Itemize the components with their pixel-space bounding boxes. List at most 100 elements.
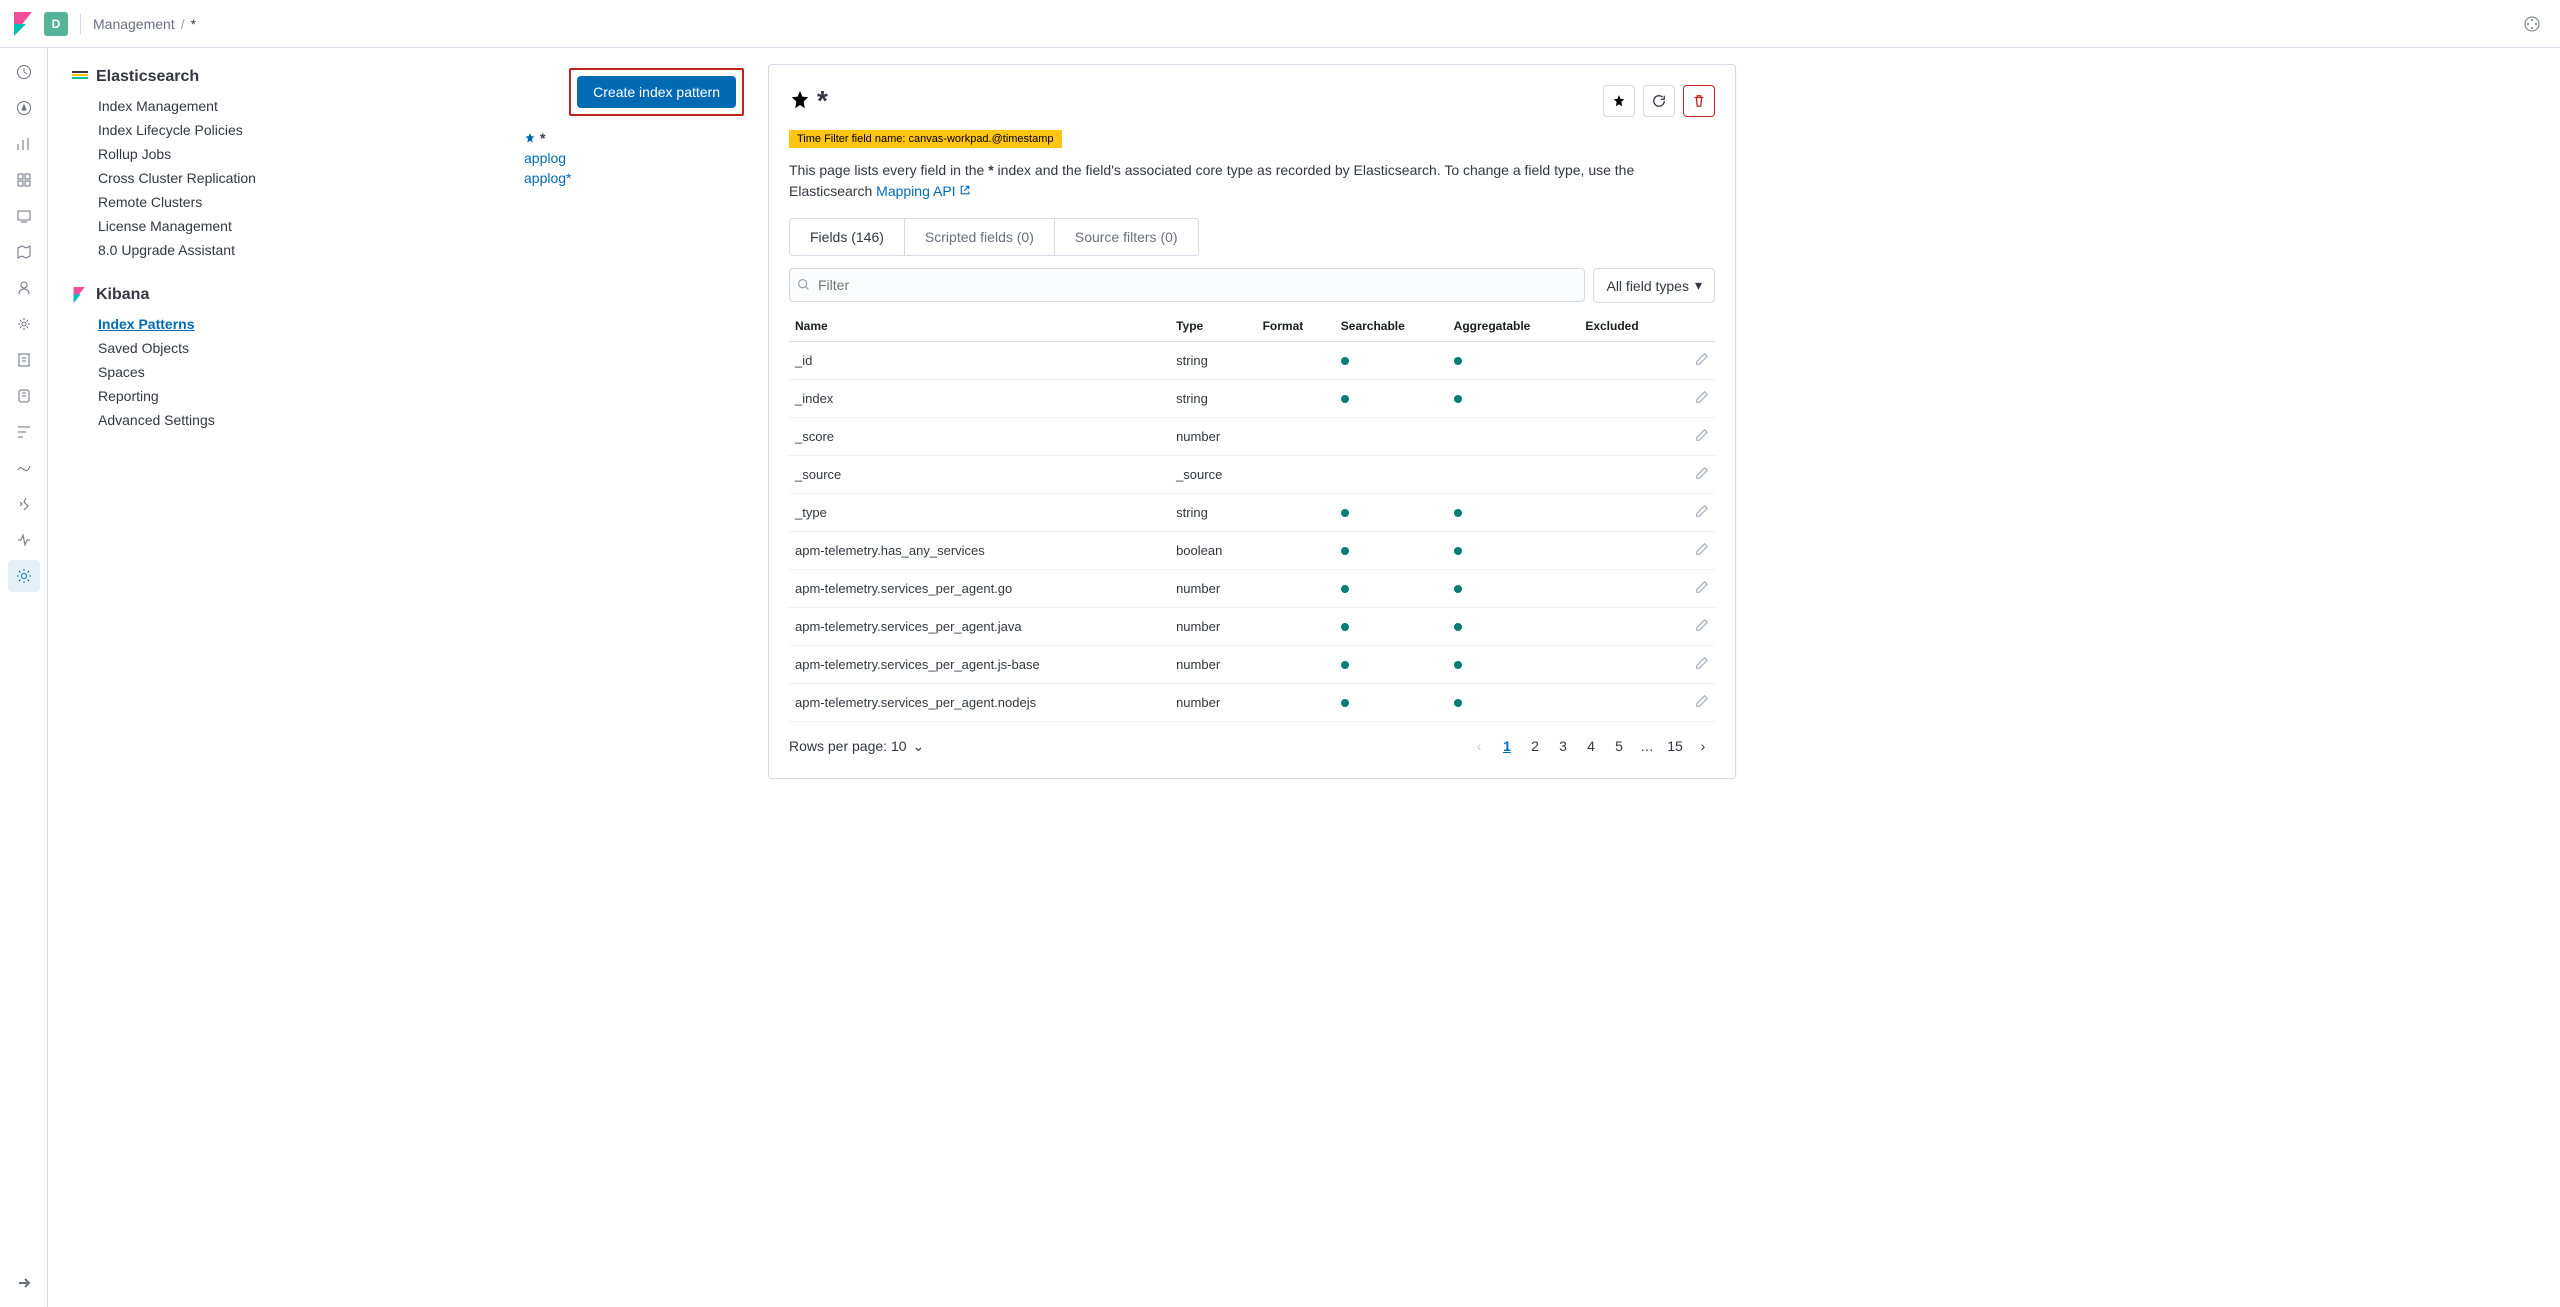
edit-field-icon[interactable] xyxy=(1695,696,1709,711)
rail-management-icon[interactable] xyxy=(8,560,40,592)
column-header[interactable]: Name xyxy=(789,311,1170,342)
pagination-page[interactable]: 2 xyxy=(1523,734,1547,758)
section-elasticsearch-title: Elasticsearch xyxy=(96,68,199,86)
index-pattern-link[interactable]: applog* xyxy=(524,168,572,188)
rail-collapse-icon[interactable] xyxy=(8,1267,40,1299)
pagination-page[interactable]: 4 xyxy=(1579,734,1603,758)
column-header[interactable]: Searchable xyxy=(1335,311,1448,342)
nav-item[interactable]: Cross Cluster Replication xyxy=(72,166,492,190)
chevron-down-icon: ⌄ xyxy=(913,738,925,755)
tab[interactable]: Fields (146) xyxy=(790,219,905,255)
rail-discover-icon[interactable] xyxy=(8,92,40,124)
create-index-pattern-button[interactable]: Create index pattern xyxy=(577,76,736,108)
field-type-select[interactable]: All field types ▾ xyxy=(1593,268,1715,303)
column-header[interactable]: Aggregatable xyxy=(1448,311,1580,342)
app-rail xyxy=(0,48,48,1307)
nav-item[interactable]: Index Patterns xyxy=(72,312,492,336)
section-kibana-title: Kibana xyxy=(96,286,149,304)
create-index-pattern-highlight: Create index pattern xyxy=(569,68,744,116)
top-header: D Management / * xyxy=(0,0,2560,48)
pagination-page[interactable]: 1 xyxy=(1495,734,1519,758)
table-row: _indexstring xyxy=(789,380,1715,418)
table-row: _scorenumber xyxy=(789,418,1715,456)
edit-field-icon[interactable] xyxy=(1695,354,1709,369)
edit-field-icon[interactable] xyxy=(1695,582,1709,597)
pagination-prev[interactable]: ‹ xyxy=(1467,734,1491,758)
rail-uptime-icon[interactable] xyxy=(8,416,40,448)
index-pattern-title: * xyxy=(817,85,828,117)
breadcrumb-current: * xyxy=(191,16,196,32)
nav-item[interactable]: Index Management xyxy=(72,94,492,118)
search-icon xyxy=(797,278,810,294)
index-pattern-link[interactable]: applog xyxy=(524,148,572,168)
table-row: apm-telemetry.services_per_agent.javanum… xyxy=(789,608,1715,646)
section-kibana: Kibana xyxy=(72,286,492,304)
nav-item[interactable]: Advanced Settings xyxy=(72,408,492,432)
nav-item[interactable]: Index Lifecycle Policies xyxy=(72,118,492,142)
space-selector[interactable]: D xyxy=(44,12,68,36)
nav-item[interactable]: License Management xyxy=(72,214,492,238)
main-panel: * Time Filter field name: canvas-workpad… xyxy=(768,48,2560,1307)
mapping-api-link[interactable]: Mapping API xyxy=(876,183,955,199)
set-default-button[interactable] xyxy=(1603,85,1635,117)
table-row: _typestring xyxy=(789,494,1715,532)
management-sidebar: Elasticsearch Index ManagementIndex Life… xyxy=(48,48,768,1307)
rail-monitoring-icon[interactable] xyxy=(8,524,40,556)
column-header[interactable]: Excluded xyxy=(1579,311,1676,342)
rail-logs-icon[interactable] xyxy=(8,344,40,376)
help-icon[interactable] xyxy=(2516,8,2548,40)
rail-apm-icon[interactable] xyxy=(8,380,40,412)
nav-item[interactable]: Remote Clusters xyxy=(72,190,492,214)
pagination: ‹ 12345…15 › xyxy=(1467,734,1715,758)
rail-maps-icon[interactable] xyxy=(8,236,40,268)
column-header[interactable]: Format xyxy=(1257,311,1335,342)
chevron-down-icon: ▾ xyxy=(1695,277,1702,294)
refresh-button[interactable] xyxy=(1643,85,1675,117)
external-link-icon[interactable] xyxy=(959,183,971,199)
table-row: apm-telemetry.has_any_servicesboolean xyxy=(789,532,1715,570)
rail-ml-icon[interactable] xyxy=(8,272,40,304)
edit-field-icon[interactable] xyxy=(1695,468,1709,483)
nav-item[interactable]: Rollup Jobs xyxy=(72,142,492,166)
nav-item[interactable]: 8.0 Upgrade Assistant xyxy=(72,238,492,262)
rail-dashboard-icon[interactable] xyxy=(8,164,40,196)
fields-table: NameTypeFormatSearchableAggregatableExcl… xyxy=(789,311,1715,722)
table-row: apm-telemetry.services_per_agent.nodejsn… xyxy=(789,684,1715,722)
column-header[interactable]: Type xyxy=(1170,311,1257,342)
table-row: _idstring xyxy=(789,342,1715,380)
edit-field-icon[interactable] xyxy=(1695,506,1709,521)
tab[interactable]: Scripted fields (0) xyxy=(905,219,1055,255)
nav-item[interactable]: Saved Objects xyxy=(72,336,492,360)
index-pattern-link[interactable]: * xyxy=(524,128,572,148)
pagination-page[interactable]: 3 xyxy=(1551,734,1575,758)
pagination-next[interactable]: › xyxy=(1691,734,1715,758)
table-row: apm-telemetry.services_per_agent.gonumbe… xyxy=(789,570,1715,608)
pagination-page[interactable]: 5 xyxy=(1607,734,1631,758)
kibana-logo[interactable] xyxy=(12,12,36,36)
edit-field-icon[interactable] xyxy=(1695,658,1709,673)
star-icon xyxy=(789,89,811,114)
delete-button[interactable] xyxy=(1683,85,1715,117)
description-text: This page lists every field in the * ind… xyxy=(789,160,1715,202)
nav-item[interactable]: Reporting xyxy=(72,384,492,408)
rail-recent-icon[interactable] xyxy=(8,56,40,88)
rail-visualize-icon[interactable] xyxy=(8,128,40,160)
tab[interactable]: Source filters (0) xyxy=(1055,219,1198,255)
edit-field-icon[interactable] xyxy=(1695,392,1709,407)
breadcrumb-separator: / xyxy=(181,16,185,32)
rail-canvas-icon[interactable] xyxy=(8,200,40,232)
nav-item[interactable]: Spaces xyxy=(72,360,492,384)
rows-per-page-select[interactable]: Rows per page: 10 ⌄ xyxy=(789,738,924,755)
rail-infra-icon[interactable] xyxy=(8,308,40,340)
filter-input[interactable] xyxy=(789,268,1585,302)
breadcrumb-root[interactable]: Management xyxy=(93,16,175,32)
rail-devtools-icon[interactable] xyxy=(8,488,40,520)
table-row: apm-telemetry.services_per_agent.js-base… xyxy=(789,646,1715,684)
section-elasticsearch: Elasticsearch xyxy=(72,68,492,86)
index-pattern-card: * Time Filter field name: canvas-workpad… xyxy=(768,64,1736,779)
pagination-page[interactable]: 15 xyxy=(1663,734,1687,758)
edit-field-icon[interactable] xyxy=(1695,430,1709,445)
edit-field-icon[interactable] xyxy=(1695,544,1709,559)
rail-siem-icon[interactable] xyxy=(8,452,40,484)
edit-field-icon[interactable] xyxy=(1695,620,1709,635)
